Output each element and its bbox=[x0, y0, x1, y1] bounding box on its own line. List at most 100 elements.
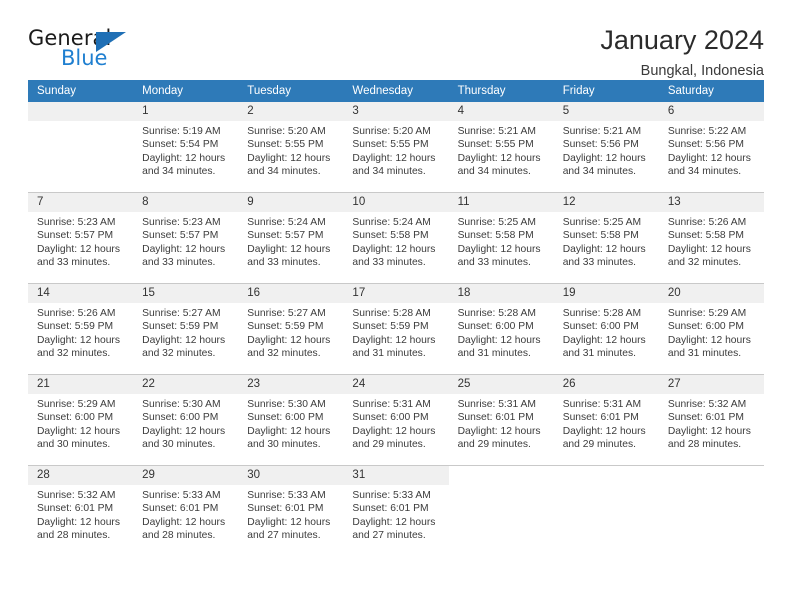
day-number: 11 bbox=[448, 193, 554, 212]
sunset-text: Sunset: 5:59 PM bbox=[142, 321, 219, 333]
day-details: Sunrise: 5:32 AM Sunset: 6:01 PM Daylight:… bbox=[659, 394, 764, 451]
day-cell-inner: 30 Sunrise: 5:33 AM Sunset: 6:01 PM Dayligh… bbox=[238, 466, 344, 556]
sunset-text: Sunset: 5:59 PM bbox=[37, 321, 114, 333]
sunset-text: Sunset: 5:55 PM bbox=[352, 139, 429, 151]
calendar-day-cell[interactable]: 27 Sunrise: 5:32 AM Sunset: 6:01 PM Dayligh… bbox=[658, 374, 764, 466]
daylight-text-line1: Daylight: 12 hours bbox=[142, 516, 226, 528]
sunset-text: Sunset: 6:00 PM bbox=[352, 412, 429, 424]
calendar-day-cell[interactable]: 21 Sunrise: 5:29 AM Sunset: 6:00 PM Dayligh… bbox=[28, 374, 134, 466]
day-number: 18 bbox=[448, 284, 554, 303]
day-cell-inner bbox=[28, 102, 134, 192]
calendar-day-cell[interactable]: 6 Sunrise: 5:22 AM Sunset: 5:56 PM Daylight… bbox=[658, 102, 764, 193]
calendar-day-cell[interactable]: 2 Sunrise: 5:20 AM Sunset: 5:55 PM Daylight… bbox=[238, 102, 344, 193]
calendar-day-cell[interactable]: 1 Sunrise: 5:19 AM Sunset: 5:54 PM Daylight… bbox=[133, 102, 239, 193]
calendar-day-cell[interactable]: 4 Sunrise: 5:21 AM Sunset: 5:55 PM Daylight… bbox=[448, 102, 554, 193]
daylight-text-line1: Daylight: 12 hours bbox=[37, 334, 120, 346]
calendar-day-cell[interactable]: 25 Sunrise: 5:31 AM Sunset: 6:01 PM Dayligh… bbox=[448, 374, 554, 466]
day-details: Sunrise: 5:24 AM Sunset: 5:57 PM Daylight:… bbox=[238, 212, 343, 269]
calendar-day-cell[interactable]: 22 Sunrise: 5:30 AM Sunset: 6:00 PM Dayligh… bbox=[133, 374, 239, 466]
sunset-text: Sunset: 5:55 PM bbox=[457, 139, 534, 151]
calendar-day-cell[interactable]: 7 Sunrise: 5:23 AM Sunset: 5:57 PM Daylight… bbox=[28, 192, 134, 284]
calendar-week-row: 14 Sunrise: 5:26 AM Sunset: 5:59 PM Dayligh… bbox=[28, 283, 764, 375]
calendar-day-cell[interactable]: 11 Sunrise: 5:25 AM Sunset: 5:58 PM Dayligh… bbox=[448, 192, 554, 284]
day-details: Sunrise: 5:20 AM Sunset: 5:55 PM Daylight:… bbox=[238, 121, 343, 178]
calendar-day-cell[interactable]: 5 Sunrise: 5:21 AM Sunset: 5:56 PM Daylight… bbox=[553, 102, 659, 193]
day-cell-inner: 5 Sunrise: 5:21 AM Sunset: 5:56 PM Daylight… bbox=[553, 102, 659, 192]
calendar-day-cell[interactable]: 13 Sunrise: 5:26 AM Sunset: 5:58 PM Dayligh… bbox=[658, 192, 764, 284]
calendar-day-cell[interactable]: 12 Sunrise: 5:25 AM Sunset: 5:58 PM Dayligh… bbox=[553, 192, 659, 284]
sunrise-text: Sunrise: 5:28 AM bbox=[457, 308, 536, 319]
day-cell-inner: 6 Sunrise: 5:22 AM Sunset: 5:56 PM Daylight… bbox=[658, 102, 764, 192]
sunrise-text: Sunrise: 5:32 AM bbox=[667, 399, 747, 410]
daylight-text-line2: and 32 minutes. bbox=[247, 347, 321, 359]
calendar-day-cell[interactable]: 19 Sunrise: 5:28 AM Sunset: 6:00 PM Dayligh… bbox=[553, 283, 659, 375]
calendar-day-cell[interactable]: 16 Sunrise: 5:27 AM Sunset: 5:59 PM Dayligh… bbox=[238, 283, 344, 375]
day-details: Sunrise: 5:25 AM Sunset: 5:58 PM Daylight:… bbox=[554, 212, 659, 269]
calendar-day-cell[interactable]: 20 Sunrise: 5:29 AM Sunset: 6:00 PM Dayligh… bbox=[658, 283, 764, 375]
calendar-day-cell[interactable]: 18 Sunrise: 5:28 AM Sunset: 6:00 PM Dayligh… bbox=[448, 283, 554, 375]
calendar-day-cell[interactable]: 3 Sunrise: 5:20 AM Sunset: 5:55 PM Daylight… bbox=[343, 102, 449, 193]
daylight-text-line1: Daylight: 12 hours bbox=[37, 516, 120, 528]
day-cell-inner: 20 Sunrise: 5:29 AM Sunset: 6:00 PM Dayligh… bbox=[658, 284, 764, 374]
sunrise-text: Sunrise: 5:20 AM bbox=[352, 126, 431, 137]
calendar-empty-cell bbox=[553, 465, 659, 556]
daylight-text-line2: and 34 minutes. bbox=[352, 165, 426, 177]
sunset-text: Sunset: 6:01 PM bbox=[142, 503, 219, 515]
day-cell-inner: 19 Sunrise: 5:28 AM Sunset: 6:00 PM Dayligh… bbox=[553, 284, 659, 374]
calendar-day-cell[interactable]: 28 Sunrise: 5:32 AM Sunset: 6:01 PM Dayligh… bbox=[28, 465, 134, 556]
sunset-text: Sunset: 5:55 PM bbox=[247, 139, 324, 151]
daylight-text-line2: and 32 minutes. bbox=[142, 347, 216, 359]
day-number: 29 bbox=[133, 466, 239, 485]
location-subtitle: Bungkal, Indonesia bbox=[640, 63, 764, 80]
sunrise-text: Sunrise: 5:27 AM bbox=[247, 308, 326, 319]
day-cell-inner: 17 Sunrise: 5:28 AM Sunset: 5:59 PM Dayligh… bbox=[343, 284, 449, 374]
day-number: 25 bbox=[448, 375, 554, 394]
calendar-day-cell[interactable]: 17 Sunrise: 5:28 AM Sunset: 5:59 PM Dayligh… bbox=[343, 283, 449, 375]
calendar-week-row: 7 Sunrise: 5:23 AM Sunset: 5:57 PM Daylight… bbox=[28, 192, 764, 284]
daylight-text-line2: and 29 minutes. bbox=[457, 438, 531, 450]
day-details: Sunrise: 5:28 AM Sunset: 6:00 PM Daylight:… bbox=[554, 303, 659, 360]
day-cell-inner: 12 Sunrise: 5:25 AM Sunset: 5:58 PM Dayligh… bbox=[553, 193, 659, 283]
calendar-day-cell[interactable]: 26 Sunrise: 5:31 AM Sunset: 6:01 PM Dayligh… bbox=[553, 374, 659, 466]
day-cell-inner: 28 Sunrise: 5:32 AM Sunset: 6:01 PM Dayligh… bbox=[28, 466, 134, 556]
sunset-text: Sunset: 6:01 PM bbox=[37, 503, 114, 515]
daylight-text-line2: and 33 minutes. bbox=[457, 256, 531, 268]
day-cell-inner: 9 Sunrise: 5:24 AM Sunset: 5:57 PM Daylight… bbox=[238, 193, 344, 283]
daylight-text-line1: Daylight: 12 hours bbox=[457, 425, 541, 437]
calendar-day-cell[interactable]: 14 Sunrise: 5:26 AM Sunset: 5:59 PM Dayligh… bbox=[28, 283, 134, 375]
day-details: Sunrise: 5:19 AM Sunset: 5:54 PM Daylight:… bbox=[133, 121, 238, 178]
day-details: Sunrise: 5:27 AM Sunset: 5:59 PM Daylight:… bbox=[238, 303, 343, 360]
sunset-text: Sunset: 6:01 PM bbox=[667, 412, 744, 424]
day-details: Sunrise: 5:23 AM Sunset: 5:57 PM Daylight:… bbox=[133, 212, 238, 269]
sunset-text: Sunset: 6:00 PM bbox=[667, 321, 744, 333]
day-details: Sunrise: 5:26 AM Sunset: 5:58 PM Daylight:… bbox=[659, 212, 764, 269]
daylight-text-line2: and 30 minutes. bbox=[247, 438, 321, 450]
calendar-day-cell[interactable]: 9 Sunrise: 5:24 AM Sunset: 5:57 PM Daylight… bbox=[238, 192, 344, 284]
calendar-day-cell[interactable]: 30 Sunrise: 5:33 AM Sunset: 6:01 PM Dayligh… bbox=[238, 465, 344, 556]
day-details: Sunrise: 5:23 AM Sunset: 5:57 PM Daylight:… bbox=[28, 212, 133, 269]
calendar-day-cell[interactable]: 8 Sunrise: 5:23 AM Sunset: 5:57 PM Daylight… bbox=[133, 192, 239, 284]
day-details: Sunrise: 5:30 AM Sunset: 6:00 PM Daylight:… bbox=[238, 394, 343, 451]
sunrise-text: Sunrise: 5:30 AM bbox=[142, 399, 221, 410]
sunset-text: Sunset: 6:00 PM bbox=[37, 412, 114, 424]
day-cell-inner: 21 Sunrise: 5:29 AM Sunset: 6:00 PM Dayligh… bbox=[28, 375, 134, 465]
calendar-day-cell[interactable]: 31 Sunrise: 5:33 AM Sunset: 6:01 PM Dayligh… bbox=[343, 465, 449, 556]
sunset-text: Sunset: 5:54 PM bbox=[142, 139, 219, 151]
calendar-day-cell[interactable]: 24 Sunrise: 5:31 AM Sunset: 6:00 PM Dayligh… bbox=[343, 374, 449, 466]
calendar-day-cell[interactable]: 15 Sunrise: 5:27 AM Sunset: 5:59 PM Dayligh… bbox=[133, 283, 239, 375]
daylight-text-line1: Daylight: 12 hours bbox=[352, 516, 436, 528]
calendar-day-cell[interactable]: 10 Sunrise: 5:24 AM Sunset: 5:58 PM Dayligh… bbox=[343, 192, 449, 284]
calendar-day-cell[interactable]: 23 Sunrise: 5:30 AM Sunset: 6:00 PM Dayligh… bbox=[238, 374, 344, 466]
sunset-text: Sunset: 5:58 PM bbox=[667, 230, 744, 242]
day-number: 5 bbox=[553, 102, 659, 121]
day-number: 27 bbox=[658, 375, 764, 394]
daylight-text-line1: Daylight: 12 hours bbox=[247, 516, 331, 528]
general-blue-logo: General Blue bbox=[28, 26, 148, 74]
day-number bbox=[28, 102, 134, 121]
sunrise-text: Sunrise: 5:29 AM bbox=[37, 399, 116, 410]
page-title: January 2024 bbox=[600, 25, 764, 55]
sunset-text: Sunset: 5:59 PM bbox=[352, 321, 429, 333]
sunrise-text: Sunrise: 5:25 AM bbox=[562, 217, 642, 228]
daylight-text-line1: Daylight: 12 hours bbox=[457, 243, 541, 255]
calendar-day-cell[interactable]: 29 Sunrise: 5:33 AM Sunset: 6:01 PM Dayligh… bbox=[133, 465, 239, 556]
